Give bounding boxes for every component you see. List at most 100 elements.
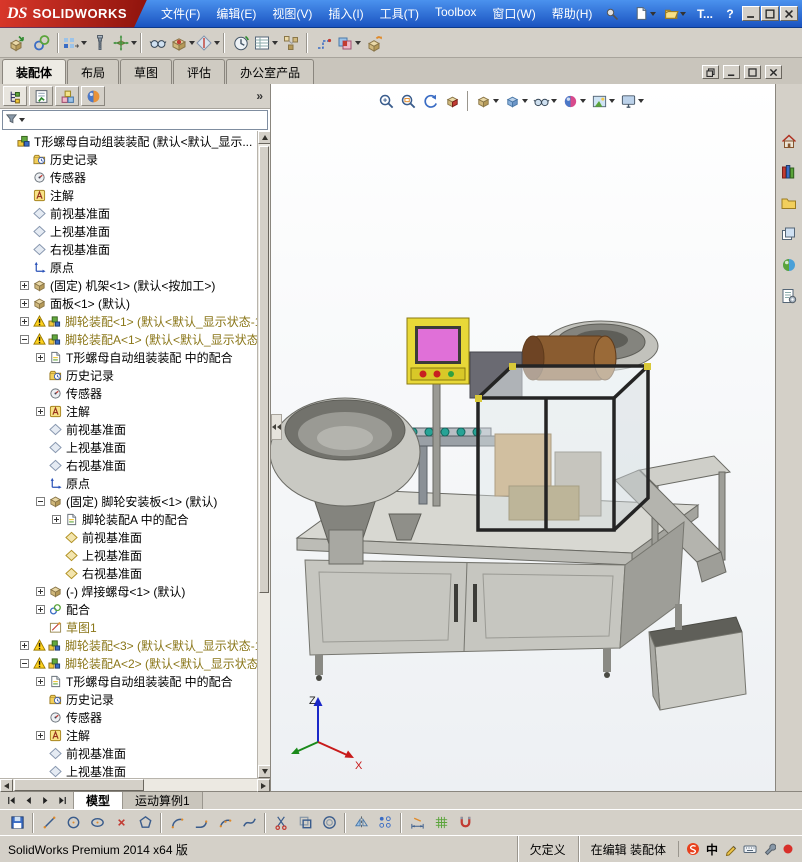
- file-explorer-button[interactable]: [778, 192, 800, 214]
- section-view-button[interactable]: [442, 92, 463, 111]
- circle-button[interactable]: [61, 811, 85, 834]
- tree-item[interactable]: (固定) 脚轮安装板<1> (默认): [0, 492, 257, 510]
- tree-item[interactable]: 脚轮装配A<1> (默认<默认_显示状态-: [0, 330, 257, 348]
- tree-item[interactable]: T形螺母自动组装装配 中的配合: [0, 348, 257, 366]
- doc-window-maximize-button[interactable]: [744, 65, 761, 79]
- instant3d-button[interactable]: [361, 30, 386, 55]
- tree-item[interactable]: 右视基准面: [0, 240, 257, 258]
- tree-item[interactable]: 上视基准面: [0, 438, 257, 456]
- zoom-area-button[interactable]: [398, 92, 419, 111]
- sheet-tab-运动算例1[interactable]: 运动算例1: [123, 792, 203, 809]
- quick-snaps-button[interactable]: [453, 811, 477, 834]
- tree-item[interactable]: 前视基准面: [0, 528, 257, 546]
- menu-tools[interactable]: 工具(T): [372, 1, 427, 26]
- line-button[interactable]: [37, 811, 61, 834]
- expand-icon[interactable]: [52, 514, 63, 524]
- grid-button[interactable]: [429, 811, 453, 834]
- tree-item[interactable]: (固定) 机架<1> (默认<按加工>): [0, 276, 257, 294]
- reference-geometry-button[interactable]: [195, 30, 220, 55]
- nav-next-button[interactable]: [37, 794, 53, 808]
- scroll-right-button[interactable]: [257, 779, 270, 792]
- smart-fasteners-button[interactable]: [87, 30, 112, 55]
- tree-item[interactable]: 脚轮装配A<2> (默认<默认_显示状态_: [0, 654, 257, 672]
- bill-of-materials-button[interactable]: [253, 30, 278, 55]
- tree-item[interactable]: 右视基准面: [0, 456, 257, 474]
- arc-button[interactable]: [165, 811, 189, 834]
- tree-item[interactable]: 注解: [0, 186, 257, 204]
- mirror-button[interactable]: [349, 811, 373, 834]
- nav-first-button[interactable]: [3, 794, 19, 808]
- sheet-tab-模型[interactable]: 模型: [74, 792, 124, 809]
- menu-window[interactable]: 窗口(W): [484, 1, 543, 26]
- expand-icon[interactable]: [36, 604, 47, 614]
- new-document-button[interactable]: [631, 3, 659, 24]
- filter-input[interactable]: [28, 112, 267, 128]
- tree-item[interactable]: 脚轮装配A 中的配合: [0, 510, 257, 528]
- convert-entities-button[interactable]: [293, 811, 317, 834]
- tree-item[interactable]: T形螺母自动组装装配 (默认<默认_显示...: [0, 132, 257, 150]
- offset-entities-button[interactable]: [317, 811, 341, 834]
- tree-item[interactable]: 前视基准面: [0, 204, 257, 222]
- save-button[interactable]: [5, 811, 29, 834]
- tree-item[interactable]: 注解: [0, 402, 257, 420]
- collapse-icon[interactable]: [20, 334, 31, 344]
- expand-icon[interactable]: [20, 280, 31, 290]
- tree-item[interactable]: 脚轮装配<3> (默认<默认_显示状态-1: [0, 636, 257, 654]
- spline-button[interactable]: [237, 811, 261, 834]
- appearances-button[interactable]: [778, 254, 800, 276]
- tree-item[interactable]: 配合: [0, 600, 257, 618]
- menu-edit[interactable]: 编辑(E): [208, 1, 264, 26]
- sogou-icon[interactable]: [685, 841, 701, 857]
- menu-toolbox[interactable]: Toolbox: [427, 1, 484, 26]
- tree-item[interactable]: 草图1: [0, 618, 257, 636]
- menu-help[interactable]: 帮助(H): [544, 1, 601, 26]
- edit-appearance-button[interactable]: [560, 92, 588, 111]
- tangent-arc-button[interactable]: [189, 811, 213, 834]
- menu-insert[interactable]: 插入(I): [320, 1, 371, 26]
- linear-sketch-pattern-button[interactable]: [373, 811, 397, 834]
- panel-collapse-button[interactable]: [271, 414, 282, 440]
- tree-item[interactable]: 上视基准面: [0, 546, 257, 564]
- view-settings-button[interactable]: [618, 92, 646, 111]
- tree-item[interactable]: 原点: [0, 258, 257, 276]
- configurationmanager-tab[interactable]: [55, 86, 79, 106]
- view-orientation-button[interactable]: [473, 92, 501, 111]
- featuremanager-tab[interactable]: [3, 86, 27, 106]
- expand-icon[interactable]: [36, 676, 47, 686]
- tab-办公室产品[interactable]: 办公室产品: [226, 59, 315, 84]
- propertymanager-tab[interactable]: [29, 86, 53, 106]
- tab-评估[interactable]: 评估: [173, 59, 226, 84]
- scroll-left-button[interactable]: [0, 779, 13, 792]
- expand-icon[interactable]: [36, 406, 47, 416]
- doc-window-minimize-button[interactable]: [723, 65, 740, 79]
- tree-item[interactable]: 上视基准面: [0, 222, 257, 240]
- menu-view[interactable]: 视图(V): [264, 1, 320, 26]
- apply-scene-button[interactable]: [589, 92, 617, 111]
- exploded-view-button[interactable]: [278, 30, 303, 55]
- tree-item[interactable]: 脚轮装配<1> (默认<默认_显示状态-1: [0, 312, 257, 330]
- design-library-button[interactable]: [778, 161, 800, 183]
- move-component-button[interactable]: [112, 30, 137, 55]
- tree-item[interactable]: 上视基准面: [0, 762, 257, 778]
- doc-window-close-button[interactable]: [765, 65, 782, 79]
- expand-icon[interactable]: [36, 586, 47, 596]
- wrench-icon[interactable]: [761, 841, 777, 857]
- scroll-down-button[interactable]: [258, 765, 270, 778]
- show-hidden-components-button[interactable]: [145, 30, 170, 55]
- tab-草图[interactable]: 草图: [120, 59, 173, 84]
- tree-item[interactable]: 传感器: [0, 168, 257, 186]
- pen-icon[interactable]: [723, 841, 739, 857]
- open-document-button[interactable]: [661, 3, 689, 24]
- tree-item[interactable]: 传感器: [0, 384, 257, 402]
- tree-item[interactable]: 面板<1> (默认): [0, 294, 257, 312]
- doc-window-restore-button[interactable]: [702, 65, 719, 79]
- vertical-scrollbar[interactable]: [257, 131, 270, 778]
- hide-show-items-button[interactable]: [531, 92, 559, 111]
- custom-properties-button[interactable]: [778, 285, 800, 307]
- tree-item[interactable]: (-) 焊接螺母<1> (默认): [0, 582, 257, 600]
- panel-overflow-button[interactable]: »: [252, 89, 267, 103]
- tree-item[interactable]: 注解: [0, 726, 257, 744]
- linear-component-pattern-button[interactable]: [62, 30, 87, 55]
- horizontal-scrollbar[interactable]: [0, 778, 270, 792]
- expand-icon[interactable]: [20, 316, 31, 326]
